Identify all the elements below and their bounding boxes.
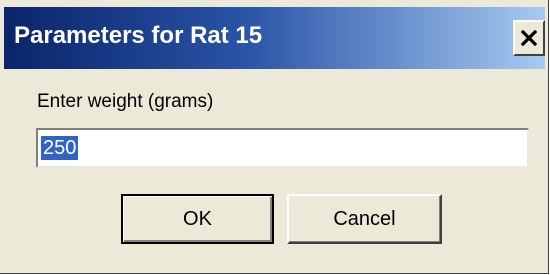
dialog-title: Parameters for Rat 15 [14, 22, 263, 49]
weight-prompt-label: Enter weight (grams) [37, 91, 214, 112]
ok-button[interactable]: OK [121, 194, 274, 244]
close-button[interactable] [513, 20, 545, 56]
weight-input-value[interactable]: 250 [41, 136, 79, 160]
parameters-dialog: Parameters for Rat 15 Enter weight (gram… [0, 0, 549, 274]
close-x-icon [521, 30, 537, 46]
weight-input[interactable]: 250 [36, 128, 529, 168]
title-bar[interactable]: Parameters for Rat 15 [4, 7, 545, 69]
cancel-button[interactable]: Cancel [287, 194, 442, 244]
